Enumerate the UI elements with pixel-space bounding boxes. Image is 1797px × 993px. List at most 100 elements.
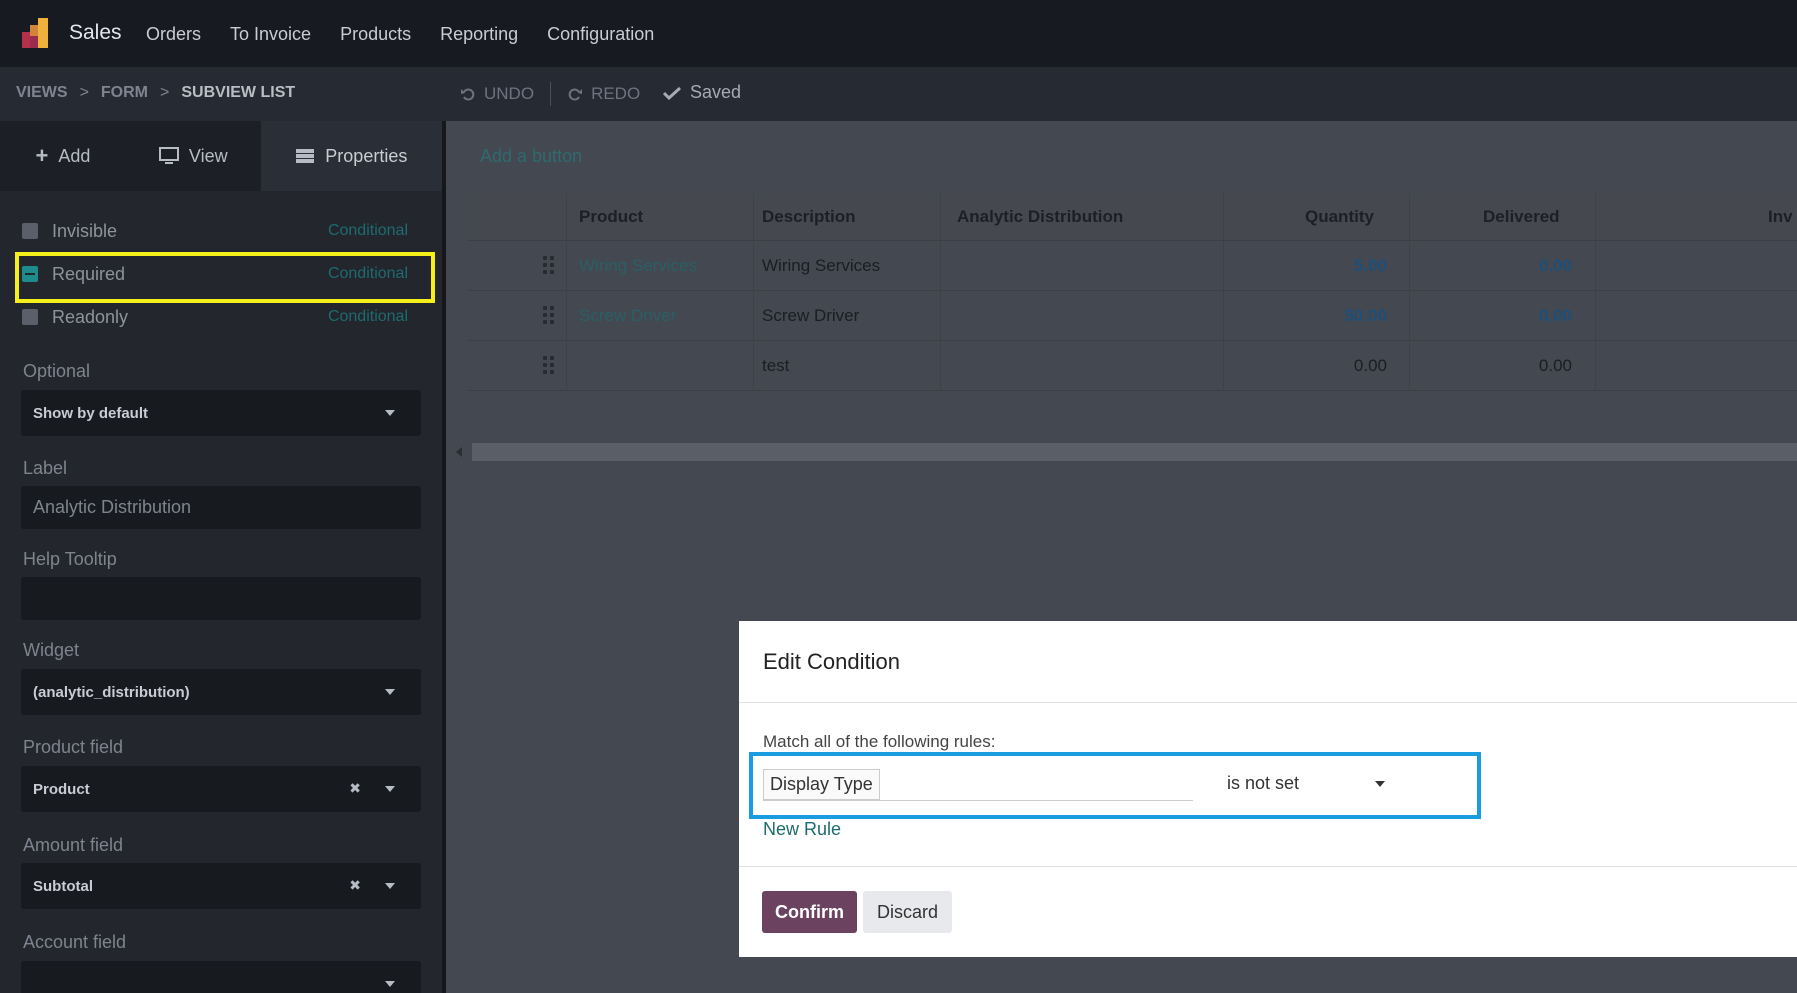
saved-label: Saved xyxy=(690,82,742,102)
menu-reporting[interactable]: Reporting xyxy=(440,24,518,45)
tab-view[interactable]: View xyxy=(126,121,261,191)
readonly-checkbox[interactable] xyxy=(22,309,38,325)
clear-icon[interactable]: ✖ xyxy=(349,780,361,797)
horizontal-scrollbar[interactable] xyxy=(448,441,1797,463)
optional-label: Optional xyxy=(23,361,91,381)
invisible-conditional-link[interactable]: Conditional xyxy=(328,222,408,240)
menu-products[interactable]: Products xyxy=(340,24,411,45)
chevron-down-icon xyxy=(385,410,395,416)
drag-handle-icon[interactable] xyxy=(543,356,555,376)
scroll-left-icon[interactable] xyxy=(456,447,462,457)
table-header: Product Description Analytic Distributio… xyxy=(468,193,1797,241)
properties-icon xyxy=(296,149,315,163)
discard-button[interactable]: Discard xyxy=(863,891,952,933)
optional-select[interactable]: Show by default xyxy=(21,390,421,436)
column-description[interactable]: Description xyxy=(762,207,856,227)
chevron-down-icon xyxy=(385,689,395,695)
new-rule-link[interactable]: New Rule xyxy=(763,819,841,840)
menu-to-invoice[interactable]: To Invoice xyxy=(230,24,311,45)
amount-field-value: Subtotal xyxy=(33,877,93,895)
cell-description: test xyxy=(762,356,790,375)
confirm-button[interactable]: Confirm xyxy=(762,891,857,933)
invisible-checkbox[interactable] xyxy=(22,223,38,239)
scrollbar-thumb[interactable] xyxy=(472,443,1797,461)
rule-highlight-box xyxy=(749,752,1481,819)
label-field-label: Label xyxy=(23,458,68,478)
breadcrumb: VIEWS > FORM > SUBVIEW LIST xyxy=(16,84,295,102)
readonly-conditional-link[interactable]: Conditional xyxy=(328,308,408,326)
product-field-value: Product xyxy=(33,780,90,798)
product-field-label: Product field xyxy=(23,737,124,757)
match-rules-text: Match all of the following rules: xyxy=(763,732,996,751)
undo-button[interactable]: UNDO xyxy=(460,84,534,104)
label-input[interactable]: Analytic Distribution xyxy=(21,486,421,529)
invisible-row: Invisible Conditional xyxy=(22,211,408,251)
table-row[interactable]: test 0.00 0.00 xyxy=(468,341,1797,391)
help-tooltip-input[interactable] xyxy=(21,577,421,620)
divider xyxy=(739,866,1797,867)
required-highlight-box xyxy=(15,252,435,303)
column-quantity[interactable]: Quantity xyxy=(1305,207,1374,227)
readonly-row: Readonly Conditional xyxy=(22,297,408,337)
monitor-icon xyxy=(158,147,179,164)
subview-list-table: Product Description Analytic Distributio… xyxy=(468,193,1797,391)
drag-handle-icon[interactable] xyxy=(543,256,555,276)
invisible-label: Invisible xyxy=(52,220,118,241)
main-menu: Orders To Invoice Products Reporting Con… xyxy=(146,24,683,45)
cell-description: Screw Driver xyxy=(762,306,860,325)
table-row[interactable]: Screw Driver Screw Driver 50.00 0.00 xyxy=(468,291,1797,341)
cell-description: Wiring Services xyxy=(762,256,881,275)
account-field-label: Account field xyxy=(23,932,127,952)
dialog-title: Edit Condition xyxy=(763,649,900,674)
drag-handle-icon[interactable] xyxy=(543,306,555,326)
cell-quantity: 0.00 xyxy=(1353,356,1387,375)
sales-app-icon[interactable] xyxy=(20,16,54,50)
breadcrumb-current: SUBVIEW LIST xyxy=(181,84,296,101)
add-a-button-link[interactable]: Add a button xyxy=(480,146,582,167)
tab-properties[interactable]: Properties xyxy=(260,121,442,191)
column-invoiced[interactable]: Inv xyxy=(1768,207,1793,227)
redo-label: REDO xyxy=(591,84,641,103)
product-field-select[interactable]: Product ✖ xyxy=(21,766,421,812)
amount-field-select[interactable]: Subtotal ✖ xyxy=(21,863,421,909)
undo-label: UNDO xyxy=(484,84,535,103)
menu-configuration[interactable]: Configuration xyxy=(547,24,654,45)
plus-icon: + xyxy=(35,143,49,168)
check-icon xyxy=(663,86,681,100)
edit-condition-dialog: Edit Condition Match all of the followin… xyxy=(739,621,1797,957)
redo-button[interactable]: REDO xyxy=(567,84,640,104)
studio-toolbar: VIEWS > FORM > SUBVIEW LIST UNDO REDO Sa… xyxy=(0,67,1797,121)
widget-value: (analytic_distribution) xyxy=(33,683,190,701)
column-analytic-distribution[interactable]: Analytic Distribution xyxy=(957,207,1123,227)
column-product[interactable]: Product xyxy=(579,207,643,227)
app-name[interactable]: Sales xyxy=(69,21,122,45)
readonly-label: Readonly xyxy=(52,306,129,327)
tab-add-label: Add xyxy=(58,145,91,166)
table-row[interactable]: Wiring Services Wiring Services 5.00 0.0… xyxy=(468,241,1797,291)
column-delivered[interactable]: Delivered xyxy=(1483,207,1560,227)
help-tooltip-label: Help Tooltip xyxy=(23,549,117,569)
breadcrumb-form[interactable]: FORM xyxy=(101,84,148,102)
menu-orders[interactable]: Orders xyxy=(146,24,201,45)
saved-status: Saved xyxy=(663,82,741,103)
tab-add[interactable]: + Add xyxy=(0,121,126,191)
breadcrumb-separator: > xyxy=(160,84,170,101)
tab-properties-label: Properties xyxy=(325,145,408,166)
cell-delivered: 0.00 xyxy=(1538,356,1572,375)
tab-view-label: View xyxy=(188,145,228,166)
chevron-down-icon xyxy=(385,883,395,889)
breadcrumb-separator: > xyxy=(79,84,89,101)
breadcrumb-views[interactable]: VIEWS xyxy=(16,84,68,102)
chevron-down-icon xyxy=(385,981,395,987)
redo-icon xyxy=(568,88,583,101)
cell-product[interactable]: Wiring Services xyxy=(579,256,697,276)
chevron-down-icon xyxy=(385,786,395,792)
clear-icon[interactable]: ✖ xyxy=(349,877,361,894)
sidebar-tabs: + Add View Properties xyxy=(0,121,442,191)
amount-field-label: Amount field xyxy=(23,835,124,855)
undo-icon xyxy=(461,88,475,101)
cell-quantity: 50.00 xyxy=(1344,306,1387,325)
widget-select[interactable]: (analytic_distribution) xyxy=(21,669,421,715)
account-field-select[interactable] xyxy=(21,961,421,993)
cell-product[interactable]: Screw Driver xyxy=(579,306,676,326)
